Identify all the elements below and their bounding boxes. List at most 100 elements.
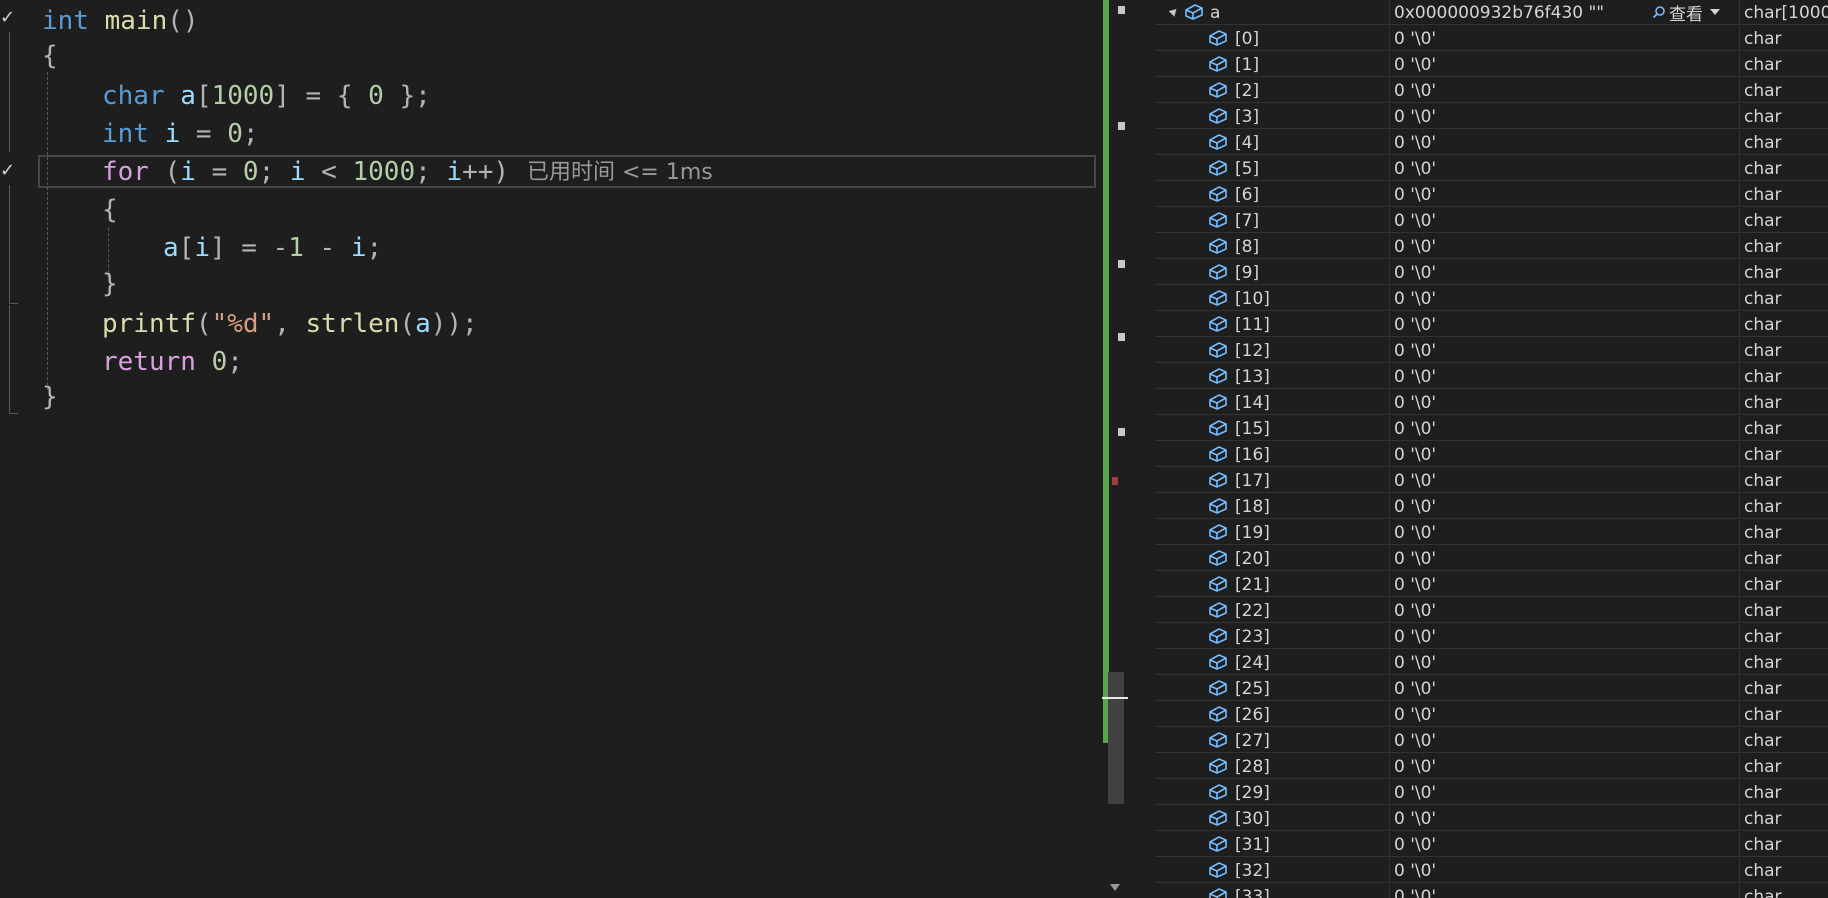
code-editor[interactable]: ✓ ✓ int main() { char a[1000] = { 0 }; i… bbox=[0, 0, 1100, 898]
watch-item-row[interactable]: [30] 0 '\0' char bbox=[1156, 806, 1828, 831]
watch-value-cell[interactable]: 0 '\0' bbox=[1390, 520, 1740, 545]
watch-value-cell[interactable]: 0 '\0' bbox=[1390, 312, 1740, 337]
watch-item-row[interactable]: [1] 0 '\0' char bbox=[1156, 52, 1828, 77]
code-line-11[interactable]: } bbox=[42, 380, 58, 414]
watch-item-row[interactable]: [10] 0 '\0' char bbox=[1156, 286, 1828, 311]
watch-value-cell[interactable]: 0 '\0' bbox=[1390, 494, 1740, 519]
watch-item-row[interactable]: [6] 0 '\0' char bbox=[1156, 182, 1828, 207]
scroll-thumb[interactable] bbox=[1108, 672, 1124, 804]
code-line-10[interactable]: return 0; bbox=[102, 345, 243, 379]
watch-value-cell[interactable]: 0 '\0' bbox=[1390, 780, 1740, 805]
watch-value-cell[interactable]: 0 '\0' bbox=[1390, 52, 1740, 77]
watch-value-cell[interactable]: 0 '\0' bbox=[1390, 806, 1740, 831]
watch-value-cell[interactable]: 0 '\0' bbox=[1390, 572, 1740, 597]
watch-value-cell[interactable]: 0 '\0' bbox=[1390, 884, 1740, 898]
watch-item-row[interactable]: [22] 0 '\0' char bbox=[1156, 598, 1828, 623]
watch-value-cell[interactable]: 0x000000932b76f430 "" 查看 bbox=[1390, 0, 1740, 25]
watch-item-row[interactable]: [27] 0 '\0' char bbox=[1156, 728, 1828, 753]
view-button[interactable]: 查看 bbox=[1652, 1, 1720, 25]
scroll-down-arrow-icon[interactable] bbox=[1110, 884, 1120, 891]
watch-root-row[interactable]: a 0x000000932b76f430 "" 查看 char[1000] bbox=[1156, 0, 1828, 25]
watch-value-cell[interactable]: 0 '\0' bbox=[1390, 728, 1740, 753]
watch-value-cell[interactable]: 0 '\0' bbox=[1390, 676, 1740, 701]
watch-value-cell[interactable]: 0 '\0' bbox=[1390, 858, 1740, 883]
watch-item-row[interactable]: [29] 0 '\0' char bbox=[1156, 780, 1828, 805]
outline-collapse-end bbox=[9, 405, 18, 414]
watch-value-cell[interactable]: 0 '\0' bbox=[1390, 364, 1740, 389]
watch-value-cell[interactable]: 0 '\0' bbox=[1390, 468, 1740, 493]
watch-item-row[interactable]: [12] 0 '\0' char bbox=[1156, 338, 1828, 363]
code-line-2[interactable]: { bbox=[42, 39, 58, 73]
watch-item-row[interactable]: [11] 0 '\0' char bbox=[1156, 312, 1828, 337]
watch-item-row[interactable]: [4] 0 '\0' char bbox=[1156, 130, 1828, 155]
variable-cube-icon bbox=[1209, 160, 1227, 176]
watch-value-cell[interactable]: 0 '\0' bbox=[1390, 182, 1740, 207]
watch-item-row[interactable]: [8] 0 '\0' char bbox=[1156, 234, 1828, 259]
watch-value-cell[interactable]: 0 '\0' bbox=[1390, 208, 1740, 233]
watch-item-row[interactable]: [17] 0 '\0' char bbox=[1156, 468, 1828, 493]
watch-value-cell[interactable]: 0 '\0' bbox=[1390, 416, 1740, 441]
watch-value-cell[interactable]: 0 '\0' bbox=[1390, 234, 1740, 259]
watch-item-row[interactable]: [14] 0 '\0' char bbox=[1156, 390, 1828, 415]
watch-item-row[interactable]: [19] 0 '\0' char bbox=[1156, 520, 1828, 545]
variable: i bbox=[180, 157, 196, 187]
watch-item-row[interactable]: [33] 0 '\0' char bbox=[1156, 884, 1828, 898]
panel-splitter[interactable] bbox=[1128, 0, 1158, 898]
code-line-5[interactable]: for (i = 0; i < 1000; i++) bbox=[102, 155, 509, 189]
collapse-arrow-icon[interactable] bbox=[1168, 6, 1180, 17]
breakpoint-check-icon[interactable]: ✓ bbox=[0, 9, 16, 27]
watch-item-row[interactable]: [0] 0 '\0' char bbox=[1156, 26, 1828, 51]
code-line-7[interactable]: a[i] = -1 - i; bbox=[163, 231, 382, 265]
watch-panel[interactable]: a 0x000000932b76f430 "" 查看 char[1000] [0… bbox=[1156, 0, 1828, 898]
watch-value-cell[interactable]: 0 '\0' bbox=[1390, 78, 1740, 103]
watch-value-cell[interactable]: 0 '\0' bbox=[1390, 26, 1740, 51]
watch-value-cell[interactable]: 0 '\0' bbox=[1390, 702, 1740, 727]
watch-value-cell[interactable]: 0 '\0' bbox=[1390, 156, 1740, 181]
watch-name-cell: [27] bbox=[1156, 728, 1390, 753]
watch-value-cell[interactable]: 0 '\0' bbox=[1390, 598, 1740, 623]
code-line-1[interactable]: int main() bbox=[42, 4, 199, 38]
watch-item-row[interactable]: [28] 0 '\0' char bbox=[1156, 754, 1828, 779]
variable-cube-icon bbox=[1209, 108, 1227, 124]
watch-item-value: 0 '\0' bbox=[1394, 367, 1437, 387]
watch-item-row[interactable]: [20] 0 '\0' char bbox=[1156, 546, 1828, 571]
watch-item-row[interactable]: [15] 0 '\0' char bbox=[1156, 416, 1828, 441]
overview-breakpoint-mark bbox=[1112, 477, 1118, 485]
watch-name-cell: [13] bbox=[1156, 364, 1390, 389]
code-line-4[interactable]: int i = 0; bbox=[102, 117, 259, 151]
watch-item-row[interactable]: [25] 0 '\0' char bbox=[1156, 676, 1828, 701]
watch-item-row[interactable]: [24] 0 '\0' char bbox=[1156, 650, 1828, 675]
watch-value-cell[interactable]: 0 '\0' bbox=[1390, 130, 1740, 155]
code-line-8[interactable]: } bbox=[102, 267, 118, 301]
breakpoint-check-icon[interactable]: ✓ bbox=[0, 162, 16, 180]
watch-item-row[interactable]: [21] 0 '\0' char bbox=[1156, 572, 1828, 597]
watch-item-row[interactable]: [3] 0 '\0' char bbox=[1156, 104, 1828, 129]
watch-value-cell[interactable]: 0 '\0' bbox=[1390, 624, 1740, 649]
watch-item-row[interactable]: [5] 0 '\0' char bbox=[1156, 156, 1828, 181]
watch-value-cell[interactable]: 0 '\0' bbox=[1390, 286, 1740, 311]
watch-item-row[interactable]: [32] 0 '\0' char bbox=[1156, 858, 1828, 883]
watch-value-cell[interactable]: 0 '\0' bbox=[1390, 338, 1740, 363]
watch-value-cell[interactable]: 0 '\0' bbox=[1390, 546, 1740, 571]
watch-item-row[interactable]: [26] 0 '\0' char bbox=[1156, 702, 1828, 727]
perf-tip-elapsed-time[interactable]: 已用时间 <= 1ms bbox=[527, 158, 713, 188]
watch-value-cell[interactable]: 0 '\0' bbox=[1390, 442, 1740, 467]
watch-item-row[interactable]: [16] 0 '\0' char bbox=[1156, 442, 1828, 467]
code-line-9[interactable]: printf("%d", strlen(a)); bbox=[102, 307, 478, 341]
watch-item-row[interactable]: [2] 0 '\0' char bbox=[1156, 78, 1828, 103]
watch-item-row[interactable]: [31] 0 '\0' char bbox=[1156, 832, 1828, 857]
code-line-6[interactable]: { bbox=[102, 193, 118, 227]
watch-value-cell[interactable]: 0 '\0' bbox=[1390, 260, 1740, 285]
watch-value-cell[interactable]: 0 '\0' bbox=[1390, 650, 1740, 675]
watch-value-cell[interactable]: 0 '\0' bbox=[1390, 754, 1740, 779]
code-line-3[interactable]: char a[1000] = { 0 }; bbox=[102, 79, 431, 113]
watch-item-row[interactable]: [18] 0 '\0' char bbox=[1156, 494, 1828, 519]
watch-item-row[interactable]: [9] 0 '\0' char bbox=[1156, 260, 1828, 285]
watch-value-cell[interactable]: 0 '\0' bbox=[1390, 832, 1740, 857]
watch-item-row[interactable]: [13] 0 '\0' char bbox=[1156, 364, 1828, 389]
watch-item-row[interactable]: [7] 0 '\0' char bbox=[1156, 208, 1828, 233]
watch-value-cell[interactable]: 0 '\0' bbox=[1390, 390, 1740, 415]
watch-item-row[interactable]: [23] 0 '\0' char bbox=[1156, 624, 1828, 649]
watch-value-cell[interactable]: 0 '\0' bbox=[1390, 104, 1740, 129]
editor-scrollbar[interactable] bbox=[1100, 0, 1128, 898]
